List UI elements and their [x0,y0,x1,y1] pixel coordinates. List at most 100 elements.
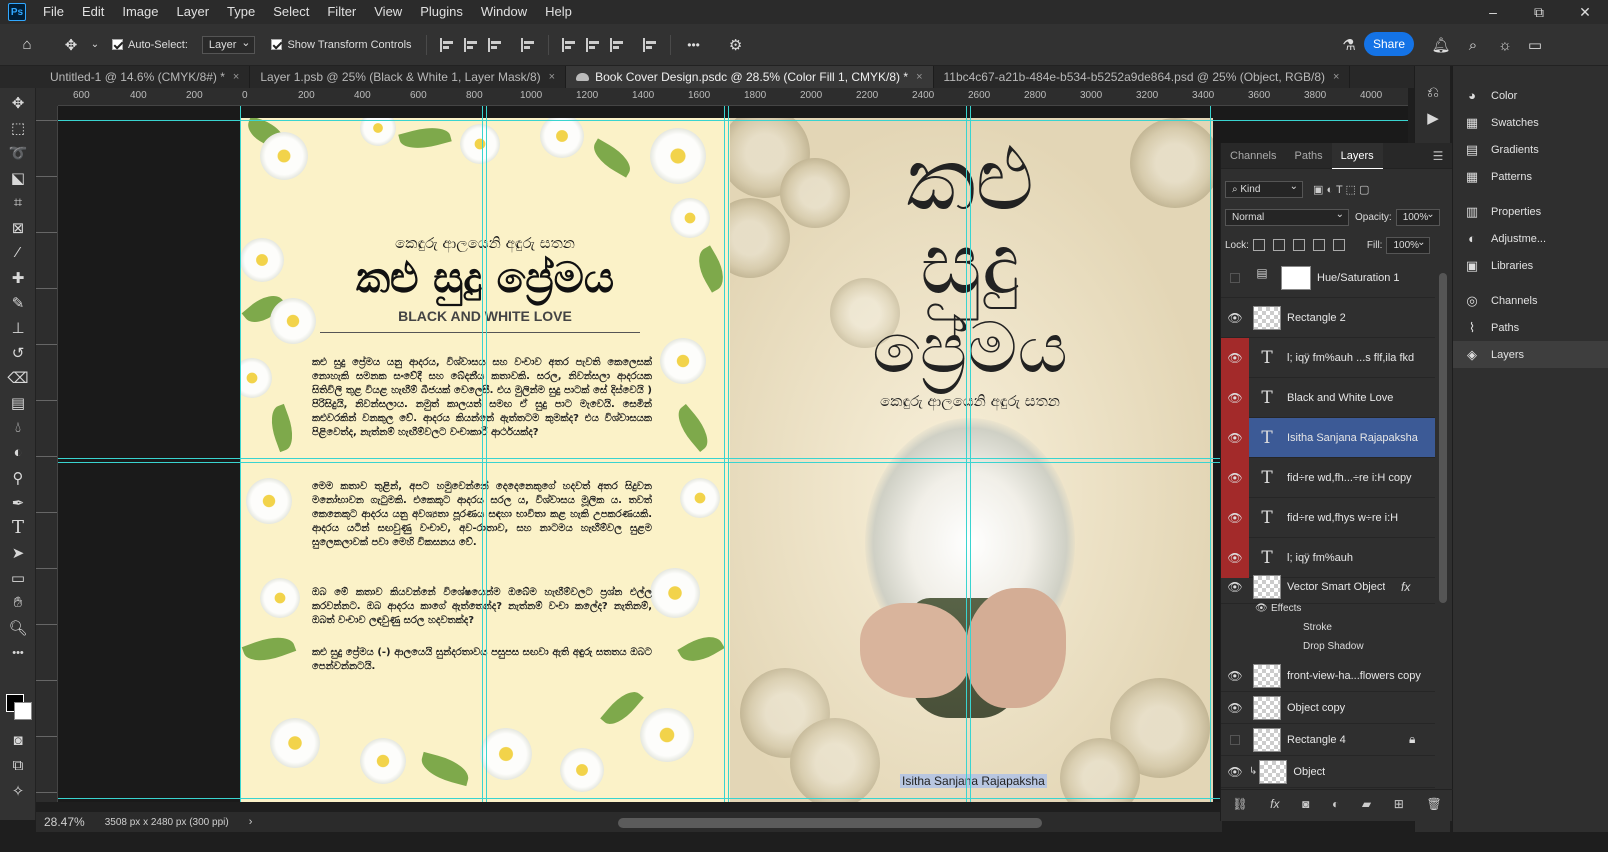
layer-row[interactable]: 👁︎ Object copy [1221,692,1435,724]
zoom-level[interactable]: 28.47% [44,815,85,829]
gradient-tool-icon[interactable]: ▤ [0,390,36,415]
move-tool-icon[interactable]: ✥ [0,90,36,115]
tab-paths[interactable]: Paths [1285,143,1331,169]
link-icon[interactable]: ⛓ [1232,797,1247,811]
layer-row[interactable]: 👁︎ ↳ Object [1221,756,1435,788]
menu-file[interactable]: File [34,0,73,24]
align-center-icon[interactable] [463,37,478,52]
dodge-tool-icon[interactable]: ◐ [0,440,36,465]
document-canvas[interactable]: කෙඳුරු ආලයෙනි අඳුරු සතන කළු සුදු ප්‍රේමය… [58,106,1408,802]
lock-transparent-icon[interactable] [1252,239,1265,251]
eye-icon[interactable]: 👁︎ [1221,692,1249,724]
horizontal-scrollbar[interactable] [618,818,1042,828]
libraries-panel-button[interactable]: ▣ Libraries [1453,252,1608,279]
align-right-icon[interactable] [487,37,502,52]
background-color-swatch[interactable] [14,702,32,720]
close-icon[interactable]: × [1333,71,1339,83]
menu-type[interactable]: Type [218,0,264,24]
layers-panel-button[interactable]: ◈ Layers [1453,341,1608,368]
restore-button[interactable]: ⧉ [1516,0,1562,24]
adjustment-icon[interactable]: ◐ [1332,797,1339,811]
opacity-field[interactable]: 100% [1395,208,1440,226]
align-bottom-icon[interactable] [609,37,624,52]
screen-mode-icon[interactable]: ⧉ [0,753,36,778]
chevron-down-icon[interactable]: ⌄ [90,34,100,56]
blur-tool-icon[interactable]: 💧︎ [0,415,36,440]
distribute-vertical-icon[interactable] [642,37,657,52]
guide-line[interactable] [724,106,725,802]
stamp-tool-icon[interactable]: ⊥ [0,315,36,340]
guide-line[interactable] [728,106,729,802]
color-panel-button[interactable]: ◕ Color [1453,82,1608,109]
healing-brush-icon[interactable]: ✚ [0,265,36,290]
checkbox-icon[interactable] [271,39,283,50]
patterns-panel-button[interactable]: ▦ Patterns [1453,163,1608,190]
layers-scrollbar[interactable] [1439,273,1447,603]
align-top-icon[interactable] [561,37,576,52]
quick-mask-icon[interactable]: ◙ [0,728,36,753]
effect-stroke[interactable]: Stroke [1303,622,1332,633]
move-tool-icon[interactable]: ✥ [60,34,82,56]
generative-icon[interactable]: ✧ [0,778,36,803]
guide-line[interactable] [58,458,1408,459]
tab-layer1-psb[interactable]: Layer 1.psb @ 25% (Black & White 1, Laye… [250,66,567,88]
close-icon[interactable]: × [233,71,239,83]
guide-line[interactable] [58,798,1408,799]
crop-tool-icon[interactable]: ⌗ [0,190,36,215]
lock-artboard-icon[interactable] [1312,239,1325,251]
layer-row[interactable]: 👁︎ front-view-ha...flowers copy [1221,660,1435,692]
channels-panel-button[interactable]: ◎ Channels [1453,287,1608,314]
fill-field[interactable]: 100% [1386,236,1431,254]
gradients-panel-button[interactable]: ▤ Gradients [1453,136,1608,163]
kind-filter-dropdown[interactable]: ⌕ Kind [1225,180,1303,198]
close-icon[interactable]: × [549,71,555,83]
filter-icons[interactable]: ▣ ◐ T ⬚ ▢ [1313,183,1369,196]
effects-label[interactable]: Effects [1271,603,1301,614]
bell-icon[interactable]: 🔔︎ [1430,34,1452,56]
actions-play-icon[interactable]: ▶ [1415,105,1451,130]
eye-icon[interactable]: 👁︎ [1255,603,1268,614]
rectangle-tool-icon[interactable]: ▭ [0,565,36,590]
auto-select-checkbox[interactable]: Auto-Select: [112,39,188,51]
effect-drop-shadow[interactable]: Drop Shadow [1303,641,1364,652]
author-name[interactable]: Isitha Sanjana Rajapaksha [900,774,1047,788]
auto-select-dropdown[interactable]: Layer [201,35,256,54]
menu-filter[interactable]: Filter [318,0,365,24]
workspace-icon[interactable]: ▭ [1524,34,1546,56]
history-brush-icon[interactable]: ↺ [0,340,36,365]
gear-icon[interactable]: ⚙ [725,34,747,56]
home-icon[interactable]: ⌂ [16,34,38,56]
align-left-icon[interactable] [439,37,454,52]
swatches-panel-button[interactable]: ▦ Swatches [1453,109,1608,136]
eye-icon[interactable]: 👁︎ [1221,497,1249,538]
layer-row[interactable]: 👁︎ T l; iqÿ fm%auh ...s flf,ila fkd [1221,337,1435,378]
menu-view[interactable]: View [365,0,411,24]
menu-select[interactable]: Select [264,0,318,24]
trash-icon[interactable]: 🗑︎ [1426,797,1441,811]
guide-line[interactable] [482,106,483,802]
front-cover[interactable]: කළු සුදු ප්‍රේමය කෙඳුරු ආලයෙනි අඳුරු සතන… [730,118,1213,802]
align-middle-icon[interactable] [585,37,600,52]
menu-edit[interactable]: Edit [73,0,113,24]
menu-image[interactable]: Image [113,0,167,24]
flask-icon[interactable]: ⚗ [1338,34,1360,56]
adjustments-panel-button[interactable]: ◐ Adjustme... [1453,225,1608,252]
guide-line[interactable] [1210,106,1211,802]
visibility-toggle[interactable] [1221,258,1249,298]
layer-row[interactable]: 👁︎ T Black and White Love [1221,377,1435,418]
guide-line[interactable] [970,106,971,802]
menu-layer[interactable]: Layer [168,0,219,24]
layer-row[interactable]: 👁︎ Vector Smart Object fx [1221,570,1435,604]
properties-panel-button[interactable]: ▥ Properties [1453,198,1608,225]
guide-line[interactable] [966,106,967,802]
type-tool-icon[interactable]: T [0,515,36,540]
menu-help[interactable]: Help [536,0,581,24]
minimize-button[interactable]: – [1470,0,1516,24]
layer-row[interactable]: 👁︎ T fid÷re wd,fhys w÷re i:H [1221,497,1435,538]
tab-channels[interactable]: Channels [1221,143,1285,169]
hand-tool-icon[interactable]: ✋︎ [0,590,36,615]
lock-position-icon[interactable] [1292,239,1305,251]
eyedropper-icon[interactable]: ⁄ [0,240,36,265]
panel-menu-icon[interactable]: ☰ [1433,149,1444,163]
guide-line[interactable] [58,462,1408,463]
